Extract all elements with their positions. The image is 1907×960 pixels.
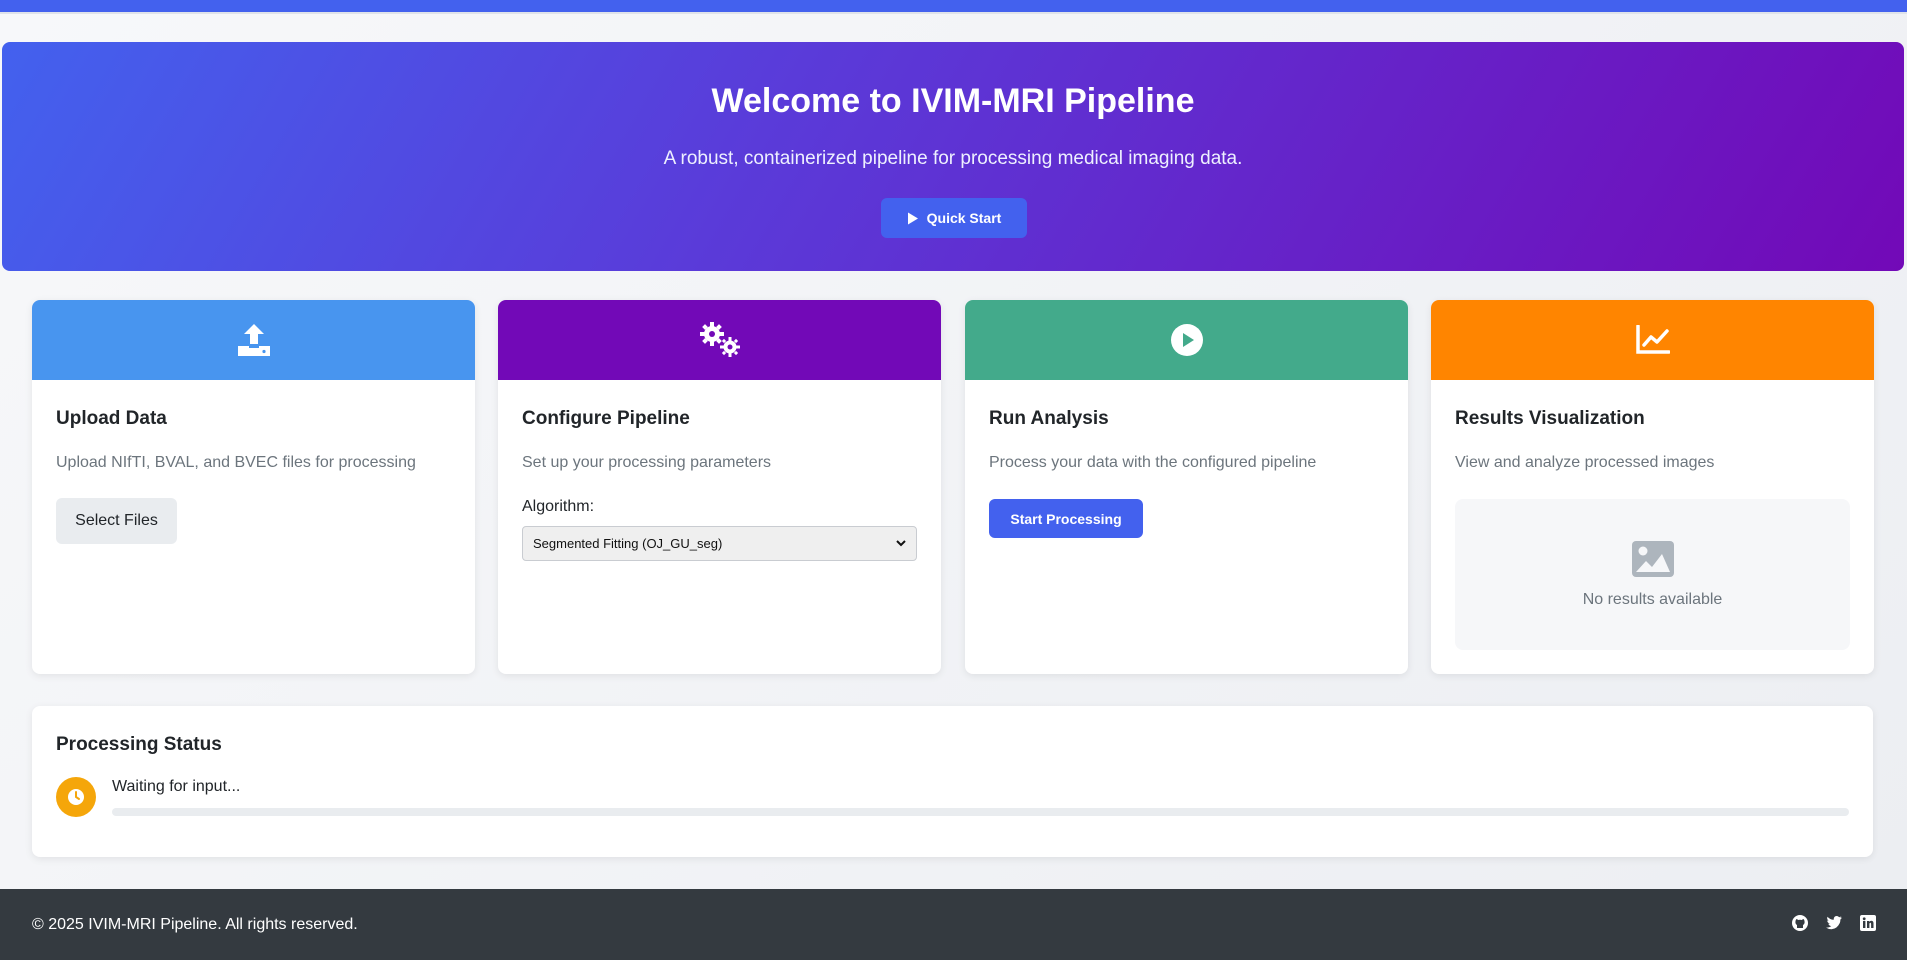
status-indicator <box>56 777 96 817</box>
algorithm-select[interactable]: Segmented Fitting (OJ_GU_seg) <box>522 526 917 561</box>
algorithm-selected-value: Segmented Fitting (OJ_GU_seg) <box>533 536 723 551</box>
run-card-description: Process your data with the configured pi… <box>989 454 1317 471</box>
processing-status-panel: Processing Status Waiting for input... <box>32 706 1873 857</box>
results-card-header <box>1431 300 1874 380</box>
results-card-title: Results Visualization <box>1455 408 1645 429</box>
results-placeholder: No results available <box>1455 499 1850 650</box>
configure-pipeline-card: Configure Pipeline Set up your processin… <box>498 300 941 674</box>
play-icon <box>907 212 918 224</box>
github-icon[interactable] <box>1791 914 1809 932</box>
results-visualization-card: Results Visualization View and analyze p… <box>1431 300 1874 674</box>
footer-copyright: © 2025 IVIM-MRI Pipeline. All rights res… <box>32 916 358 933</box>
twitter-icon[interactable] <box>1825 914 1843 932</box>
algorithm-label: Algorithm: <box>522 498 595 515</box>
upload-card-description: Upload NIfTI, BVAL, and BVEC files for p… <box>56 454 416 471</box>
start-processing-button[interactable]: Start Processing <box>989 499 1143 538</box>
upload-card-title: Upload Data <box>56 408 167 429</box>
upload-data-card: Upload Data Upload NIfTI, BVAL, and BVEC… <box>32 300 475 674</box>
status-message: Waiting for input... <box>112 778 241 795</box>
configure-card-header <box>498 300 941 380</box>
quick-start-button[interactable]: Quick Start <box>881 198 1027 238</box>
hero-title: Welcome to IVIM-MRI Pipeline <box>711 82 1195 120</box>
clock-icon <box>68 789 84 805</box>
play-circle-icon <box>1170 324 1203 356</box>
linkedin-icon[interactable] <box>1859 914 1877 932</box>
upload-icon <box>237 324 270 356</box>
configure-card-title: Configure Pipeline <box>522 408 690 429</box>
hero-subtitle: A robust, containerized pipeline for pro… <box>663 148 1243 169</box>
no-results-text: No results available <box>1582 590 1723 608</box>
hero-banner: Welcome to IVIM-MRI Pipeline A robust, c… <box>2 42 1904 271</box>
footer-social-links <box>1791 914 1877 932</box>
quick-start-label: Quick Start <box>926 210 1002 226</box>
chevron-down-icon <box>896 540 906 547</box>
image-icon <box>1631 540 1674 577</box>
run-card-header <box>965 300 1408 380</box>
footer: © 2025 IVIM-MRI Pipeline. All rights res… <box>0 889 1907 960</box>
configure-card-description: Set up your processing parameters <box>522 454 772 471</box>
run-analysis-card: Run Analysis Process your data with the … <box>965 300 1408 674</box>
run-card-title: Run Analysis <box>989 408 1109 429</box>
upload-card-header <box>32 300 475 380</box>
select-files-button[interactable]: Select Files <box>56 498 177 544</box>
progress-bar <box>112 808 1849 816</box>
chart-line-icon <box>1635 325 1670 354</box>
results-card-description: View and analyze processed images <box>1455 454 1715 471</box>
status-title: Processing Status <box>56 734 222 755</box>
top-accent-bar <box>0 0 1907 14</box>
gears-icon <box>699 322 740 357</box>
